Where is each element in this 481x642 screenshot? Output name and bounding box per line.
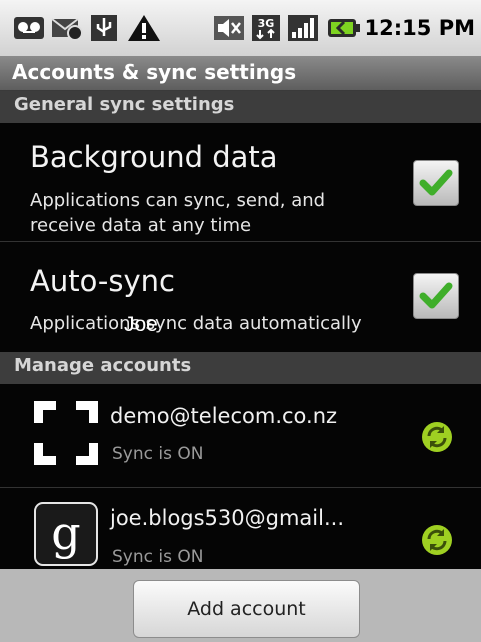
- background-data-summary-line2: receive data at any time: [30, 215, 252, 236]
- section-header-manage: Manage accounts: [0, 352, 481, 384]
- section-header-general: General sync settings: [0, 91, 481, 123]
- usb-icon: [89, 13, 119, 43]
- sync-icon: [422, 422, 452, 452]
- auto-sync-row[interactable]: Auto-sync Applications sync data automat…: [0, 242, 481, 345]
- svg-text:3G: 3G: [258, 17, 275, 30]
- page-title: Accounts & sync settings: [12, 60, 297, 84]
- title-bar: Accounts & sync settings: [0, 56, 481, 91]
- voicemail-icon: [12, 13, 46, 43]
- background-data-summary-line1: Applications can sync, send, and: [30, 190, 326, 211]
- add-account-button[interactable]: Add account: [133, 580, 360, 638]
- battery-icon: [326, 13, 362, 43]
- background-data-row[interactable]: Background data Applications can sync, s…: [0, 124, 481, 241]
- account-row-google[interactable]: g joe.blogs530@gmail... Sync is ON: [0, 488, 481, 569]
- background-data-title: Background data: [30, 140, 278, 174]
- checkmark-icon: [419, 169, 453, 196]
- status-time: 12:15 PM: [364, 16, 475, 40]
- checkmark-icon: [419, 282, 453, 309]
- account-row-corporate[interactable]: demo@telecom.co.nz Sync is ON: [0, 385, 481, 487]
- svg-text:g: g: [51, 506, 80, 560]
- account-sync-status: Sync is ON: [112, 444, 204, 464]
- settings-list[interactable]: General sync settings Background data Ap…: [0, 91, 481, 569]
- auto-sync-title: Auto-sync: [30, 264, 175, 298]
- account-name: joe.blogs530@gmail...: [110, 506, 344, 530]
- warning-icon: [126, 13, 162, 43]
- signal-icon: [286, 13, 320, 43]
- account-sync-status: Sync is ON: [112, 547, 204, 567]
- auto-sync-checkbox[interactable]: [413, 273, 459, 319]
- status-bar: 3G 12:15 PM: [0, 0, 481, 56]
- 3g-icon: 3G: [250, 13, 282, 43]
- muted-icon: [212, 13, 246, 43]
- missed-call-icon: [50, 13, 84, 43]
- overlay-text: Joe: [124, 313, 158, 336]
- background-data-checkbox[interactable]: [413, 160, 459, 206]
- section-header-label: General sync settings: [14, 94, 235, 115]
- google-account-icon: g: [34, 502, 98, 566]
- auto-sync-summary: Applications sync data automatically: [30, 313, 362, 334]
- section-header-label: Manage accounts: [14, 355, 192, 376]
- corporate-account-icon: [34, 401, 98, 465]
- sync-icon: [422, 525, 452, 555]
- account-name: demo@telecom.co.nz: [110, 404, 338, 428]
